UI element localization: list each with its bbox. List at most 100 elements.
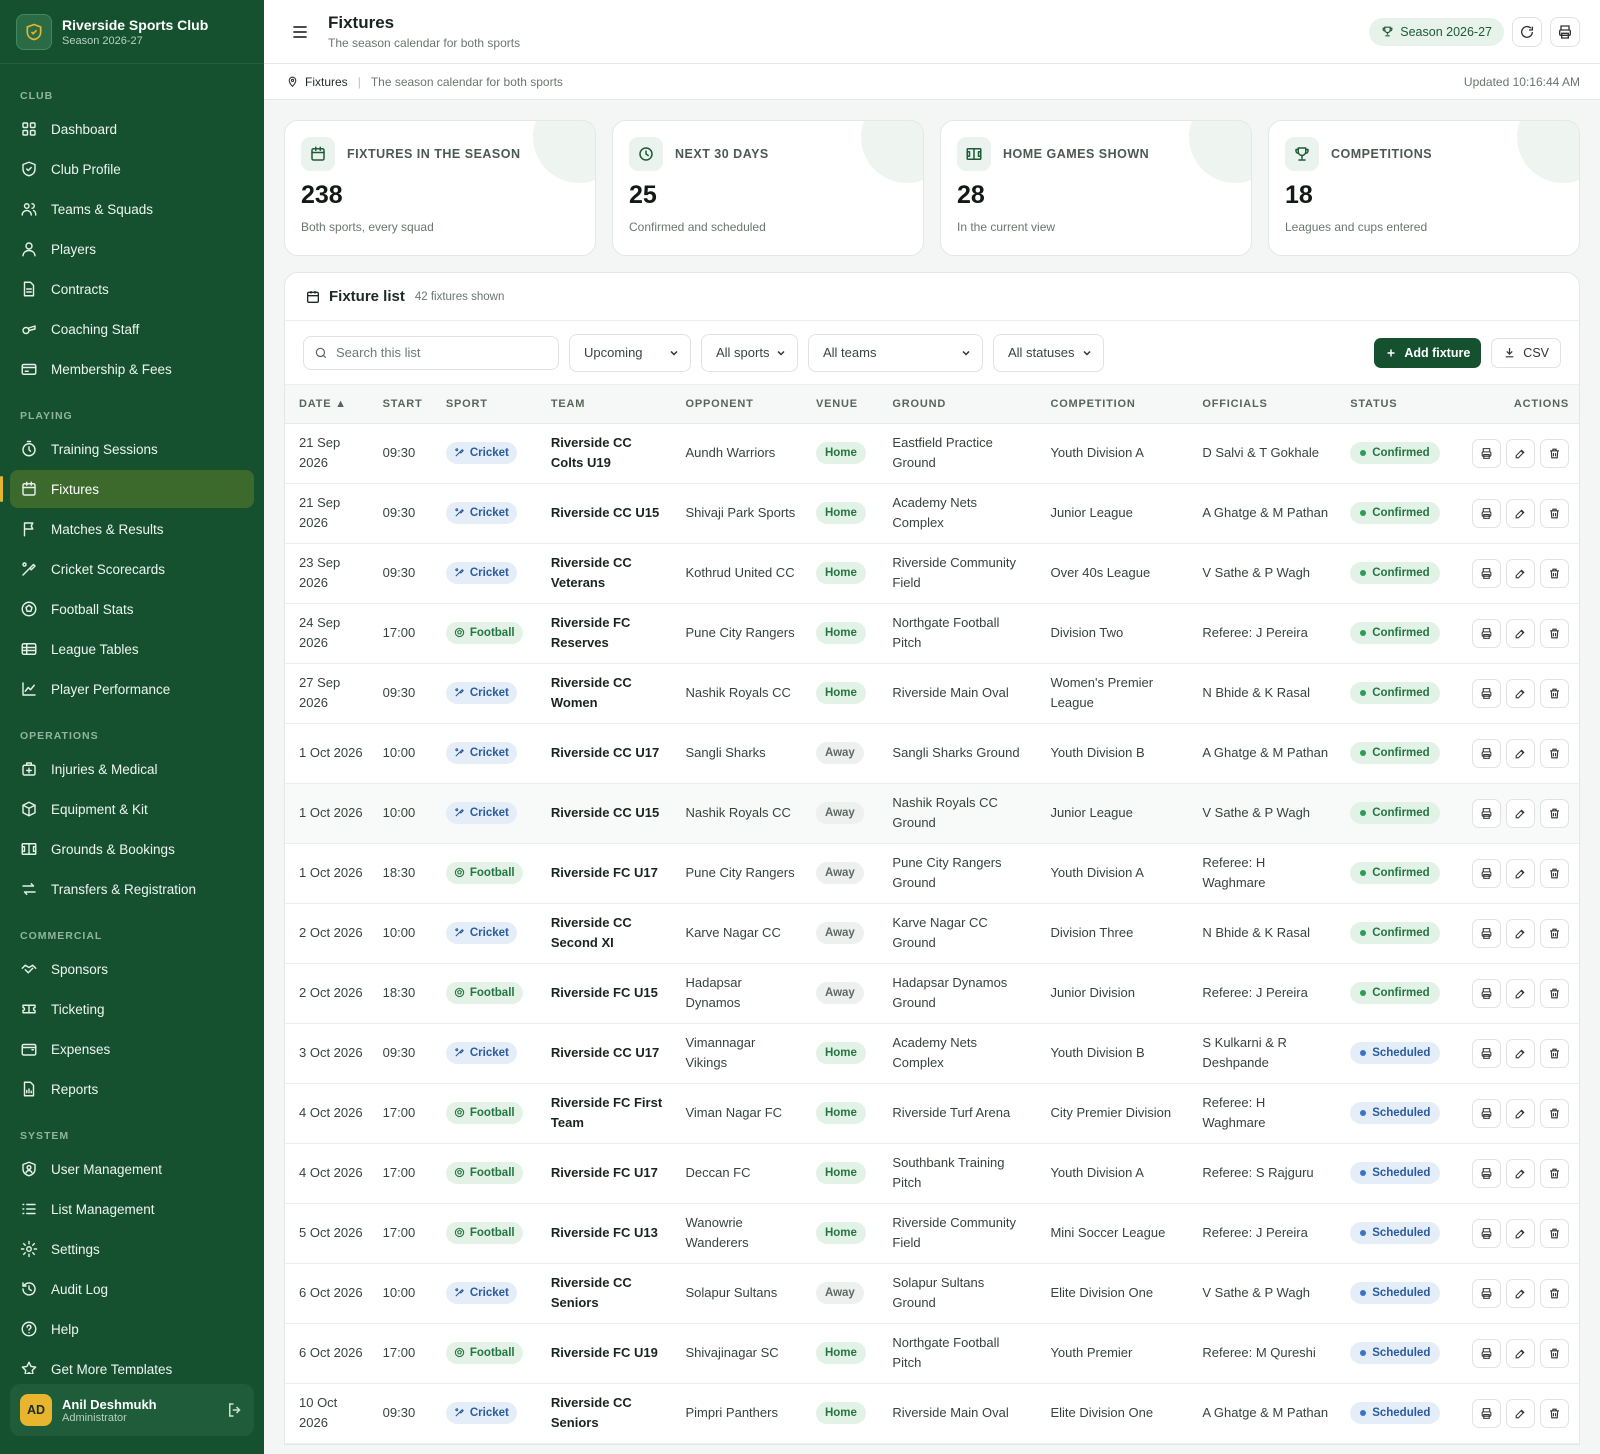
row-print-button[interactable] (1472, 798, 1501, 828)
sidebar-item-ticketing[interactable]: Ticketing (10, 990, 254, 1028)
table-row[interactable]: 21 Sep 2026 09:30 Cricket Riverside CC U15 S… (285, 483, 1579, 544)
row-delete-button[interactable] (1540, 1038, 1569, 1068)
row-edit-button[interactable] (1506, 1278, 1535, 1308)
sidebar-item-league-tables[interactable]: League Tables (10, 630, 254, 668)
sidebar-item-list-management[interactable]: List Management (10, 1190, 254, 1228)
row-print-button[interactable] (1472, 738, 1501, 768)
search-box[interactable] (303, 335, 559, 370)
row-print-button[interactable] (1472, 618, 1501, 648)
sidebar-item-fixtures[interactable]: Fixtures (0, 470, 254, 508)
sidebar-item-club-profile[interactable]: Club Profile (10, 150, 254, 188)
row-edit-button[interactable] (1506, 1158, 1535, 1188)
sidebar-item-transfers-and-registration[interactable]: Transfers & Registration (10, 870, 254, 908)
sidebar-item-cricket-scorecards[interactable]: Cricket Scorecards (10, 550, 254, 588)
sidebar-item-user-management[interactable]: User Management (10, 1150, 254, 1188)
table-row[interactable]: 5 Oct 2026 17:00 Football Riverside FC U13 W… (285, 1203, 1579, 1264)
row-delete-button[interactable] (1540, 678, 1569, 708)
table-row[interactable]: 1 Oct 2026 18:30 Football Riverside FC U17 P… (285, 843, 1579, 904)
row-edit-button[interactable] (1506, 1038, 1535, 1068)
row-delete-button[interactable] (1540, 738, 1569, 768)
table-row[interactable]: 10 Oct 2026 09:30 Cricket Riverside CC Seni… (285, 1383, 1579, 1444)
sidebar-item-grounds-and-bookings[interactable]: Grounds & Bookings (10, 830, 254, 868)
table-row[interactable]: 3 Oct 2026 09:30 Cricket Riverside CC U17 Vi… (285, 1023, 1579, 1084)
status-select[interactable]: All statuses (993, 333, 1104, 372)
csv-button[interactable]: CSV (1491, 337, 1561, 368)
add-fixture-button[interactable]: Add fixture (1374, 337, 1482, 368)
row-delete-button[interactable] (1540, 618, 1569, 648)
row-edit-button[interactable] (1506, 498, 1535, 528)
print-button[interactable] (1550, 16, 1580, 47)
sidebar-item-sponsors[interactable]: Sponsors (10, 950, 254, 988)
sidebar-item-injuries-and-medical[interactable]: Injuries & Medical (10, 750, 254, 788)
row-delete-button[interactable] (1540, 1338, 1569, 1368)
row-print-button[interactable] (1472, 498, 1501, 528)
row-print-button[interactable] (1472, 438, 1501, 468)
row-edit-button[interactable] (1506, 978, 1535, 1008)
table-row[interactable]: 2 Oct 2026 10:00 Cricket Riverside CC Secon… (285, 903, 1579, 964)
sidebar-item-help[interactable]: Help (10, 1310, 254, 1348)
row-delete-button[interactable] (1540, 1278, 1569, 1308)
table-row[interactable]: 4 Oct 2026 17:00 Football Riverside FC Firs… (285, 1083, 1579, 1144)
row-delete-button[interactable] (1540, 858, 1569, 888)
row-delete-button[interactable] (1540, 1158, 1569, 1188)
season-pill[interactable]: Season 2026-27 (1369, 17, 1504, 46)
sidebar-item-training-sessions[interactable]: Training Sessions (10, 430, 254, 468)
range-select[interactable]: Upcoming (569, 333, 691, 372)
sidebar-item-expenses[interactable]: Expenses (10, 1030, 254, 1068)
row-print-button[interactable] (1472, 1278, 1501, 1308)
sidebar-item-audit-log[interactable]: Audit Log (10, 1270, 254, 1308)
row-edit-button[interactable] (1506, 798, 1535, 828)
row-print-button[interactable] (1472, 1338, 1501, 1368)
row-edit-button[interactable] (1506, 858, 1535, 888)
sidebar-item-equipment-and-kit[interactable]: Equipment & Kit (10, 790, 254, 828)
search-input[interactable] (336, 345, 536, 360)
row-edit-button[interactable] (1506, 1398, 1535, 1428)
table-row[interactable]: 4 Oct 2026 17:00 Football Riverside FC U17 D… (285, 1143, 1579, 1204)
row-delete-button[interactable] (1540, 498, 1569, 528)
row-delete-button[interactable] (1540, 918, 1569, 948)
row-delete-button[interactable] (1540, 798, 1569, 828)
sport-select[interactable]: All sports (701, 333, 798, 372)
column-header-date[interactable]: DATE ▲ (285, 385, 373, 424)
breadcrumb-current[interactable]: Fixtures (305, 75, 348, 89)
row-delete-button[interactable] (1540, 558, 1569, 588)
table-row[interactable]: 6 Oct 2026 10:00 Cricket Riverside CC Senio… (285, 1263, 1579, 1324)
row-print-button[interactable] (1472, 858, 1501, 888)
row-print-button[interactable] (1472, 1398, 1501, 1428)
row-print-button[interactable] (1472, 558, 1501, 588)
row-delete-button[interactable] (1540, 1218, 1569, 1248)
logout-icon[interactable] (226, 1401, 244, 1419)
table-row[interactable]: 21 Sep 2026 09:30 Cricket Riverside CC Colt… (285, 423, 1579, 484)
sidebar-item-players[interactable]: Players (10, 230, 254, 268)
sidebar-item-settings[interactable]: Settings (10, 1230, 254, 1268)
row-print-button[interactable] (1472, 1158, 1501, 1188)
sidebar-item-contracts[interactable]: Contracts (10, 270, 254, 308)
table-row[interactable]: 2 Oct 2026 18:30 Football Riverside FC U15 H… (285, 963, 1579, 1024)
row-edit-button[interactable] (1506, 1098, 1535, 1128)
brand[interactable]: Riverside Sports Club Season 2026-27 (0, 0, 264, 64)
hamburger-icon[interactable] (290, 22, 310, 42)
team-select[interactable]: All teams (808, 333, 983, 372)
table-row[interactable]: 24 Sep 2026 17:00 Football Riverside FC Res… (285, 603, 1579, 664)
sidebar-item-reports[interactable]: Reports (10, 1070, 254, 1108)
sidebar-item-membership-and-fees[interactable]: Membership & Fees (10, 350, 254, 388)
row-print-button[interactable] (1472, 978, 1501, 1008)
table-row[interactable]: 23 Sep 2026 09:30 Cricket Riverside CC Vete… (285, 543, 1579, 604)
row-print-button[interactable] (1472, 1098, 1501, 1128)
row-delete-button[interactable] (1540, 978, 1569, 1008)
row-edit-button[interactable] (1506, 558, 1535, 588)
row-delete-button[interactable] (1540, 1398, 1569, 1428)
table-row[interactable]: 27 Sep 2026 09:30 Cricket Riverside CC Wome… (285, 663, 1579, 724)
row-edit-button[interactable] (1506, 738, 1535, 768)
row-edit-button[interactable] (1506, 1338, 1535, 1368)
row-print-button[interactable] (1472, 1038, 1501, 1068)
table-row[interactable]: 1 Oct 2026 10:00 Cricket Riverside CC U15 Na… (285, 783, 1579, 844)
sidebar-item-dashboard[interactable]: Dashboard (10, 110, 254, 148)
row-edit-button[interactable] (1506, 618, 1535, 648)
row-edit-button[interactable] (1506, 678, 1535, 708)
sidebar-item-get-more-templates[interactable]: Get More Templates (10, 1350, 254, 1374)
user-box[interactable]: AD Anil Deshmukh Administrator (10, 1384, 254, 1436)
row-delete-button[interactable] (1540, 438, 1569, 468)
table-row[interactable]: 6 Oct 2026 17:00 Football Riverside FC U19 S… (285, 1323, 1579, 1384)
sidebar-item-teams-and-squads[interactable]: Teams & Squads (10, 190, 254, 228)
